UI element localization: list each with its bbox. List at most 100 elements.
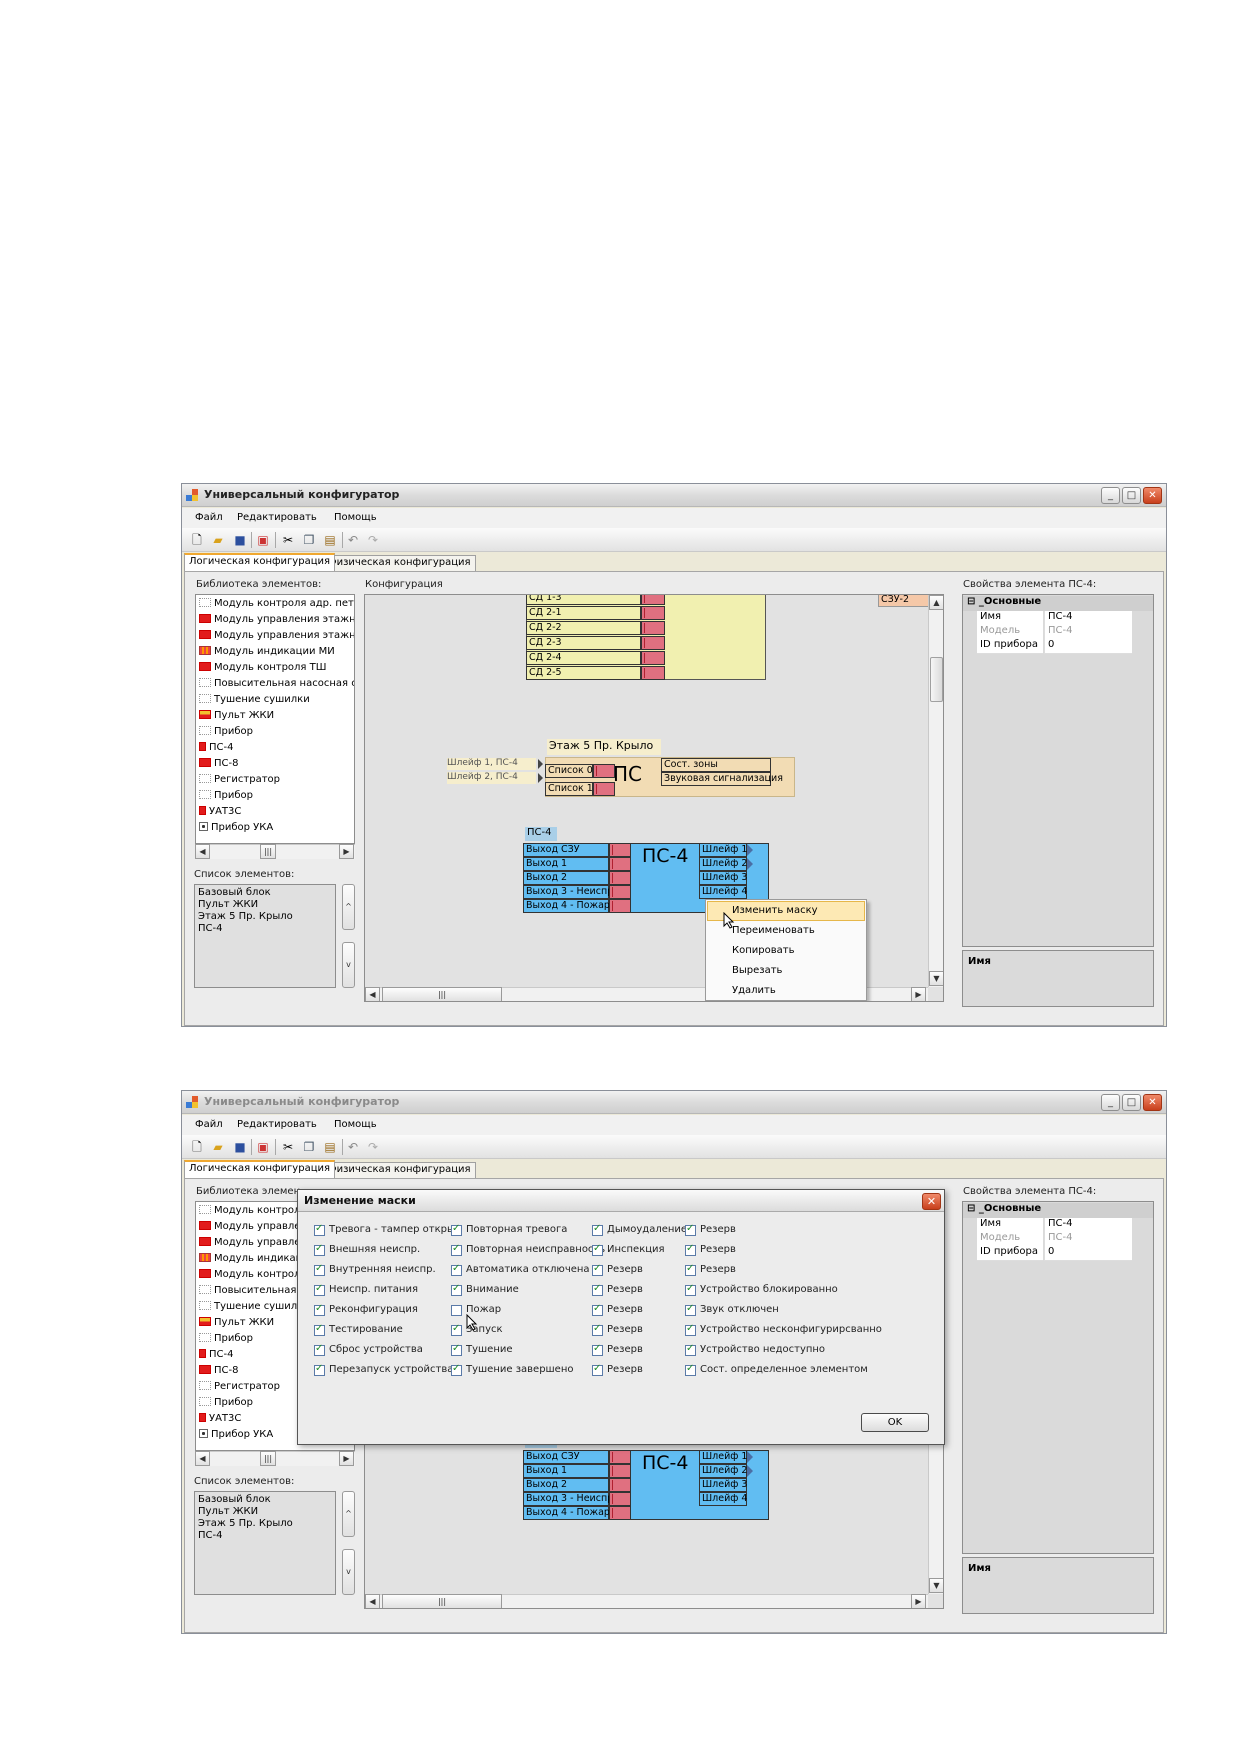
minimize-button[interactable]: _ <box>1101 487 1120 504</box>
library-item[interactable]: Повысительная насосная ста <box>199 678 354 693</box>
ps4-input[interactable]: Выход 4 - Пожар <box>523 1506 610 1520</box>
title-bar[interactable]: Универсальный конфигуратор _ □ ✕ <box>182 1091 1166 1114</box>
mask-checkbox[interactable] <box>685 1363 696 1376</box>
mask-checkbox[interactable] <box>592 1223 603 1236</box>
library-item[interactable]: Модуль контроля <box>199 1205 306 1220</box>
scroll-right-icon[interactable]: ▶ <box>911 1594 926 1608</box>
move-down-button[interactable]: v <box>342 942 355 988</box>
ps4-input[interactable]: Выход 3 - Неиспр. <box>523 885 616 899</box>
move-down-button[interactable]: v <box>342 1549 355 1595</box>
redo-icon[interactable]: ↷ <box>366 533 380 547</box>
mask-checkbox[interactable] <box>451 1363 462 1376</box>
tab-physical[interactable]: Физическая конфигурация <box>323 1162 476 1178</box>
scroll-down-icon[interactable]: ▼ <box>929 971 943 986</box>
list-item[interactable]: ПС-4 <box>198 1530 222 1541</box>
menu-item-rename[interactable]: Переименовать <box>732 925 815 936</box>
mask-checkbox[interactable] <box>314 1223 325 1236</box>
library-item[interactable]: Модуль контроля ТШ <box>199 662 326 677</box>
tab-physical[interactable]: Физическая конфигурация <box>323 555 476 571</box>
ps-input[interactable]: Список 1 <box>545 782 593 796</box>
new-file-icon[interactable]: 🗋 <box>190 533 204 547</box>
mask-checkbox[interactable] <box>685 1303 696 1316</box>
top-block-row[interactable]: СД 1-3 <box>526 595 641 605</box>
library-item[interactable]: Модуль контроля <box>199 1269 306 1284</box>
library-item[interactable]: ПС-8 <box>199 1365 238 1380</box>
library-item[interactable]: Прибор <box>199 790 253 805</box>
scroll-left-icon[interactable]: ◀ <box>365 987 380 1001</box>
menu-help[interactable]: Помощь <box>334 1119 377 1130</box>
library-item[interactable]: Повысительная н <box>199 1285 306 1300</box>
mask-checkbox[interactable] <box>592 1323 603 1336</box>
top-block-row[interactable]: СД 2-2 <box>526 621 641 635</box>
mask-checkbox[interactable] <box>451 1223 462 1236</box>
list-item[interactable]: ПС-4 <box>198 923 222 934</box>
ps4-output[interactable]: Шлейф 4 <box>699 885 747 899</box>
mask-checkbox[interactable] <box>685 1283 696 1296</box>
open-folder-icon[interactable]: ▰ <box>211 1140 225 1154</box>
mask-checkbox[interactable] <box>592 1283 603 1296</box>
maximize-button[interactable]: □ <box>1122 1094 1141 1111</box>
scroll-left-icon[interactable]: ◀ <box>195 1451 210 1466</box>
menu-file[interactable]: Файл <box>195 1119 223 1130</box>
save-icon[interactable]: ■ <box>233 533 247 547</box>
config-hscrollbar[interactable]: ◀ ||| ▶ <box>365 1594 928 1608</box>
undo-icon[interactable]: ↶ <box>346 1140 360 1154</box>
menu-item-delete[interactable]: Удалить <box>732 985 776 996</box>
library-item[interactable]: Модуль индикации МИ <box>199 646 335 661</box>
mask-checkbox[interactable] <box>592 1343 603 1356</box>
mask-checkbox[interactable] <box>451 1323 462 1336</box>
ps4-output[interactable]: Шлейф 2 <box>699 1464 747 1478</box>
mask-checkbox[interactable] <box>314 1363 325 1376</box>
library-hscrollbar[interactable]: ◀ ||| ▶ <box>195 844 355 859</box>
library-item[interactable]: Пульт ЖКИ <box>199 1317 274 1332</box>
ps4-output[interactable]: Шлейф 1 <box>699 843 747 857</box>
ps4-output[interactable]: Шлейф 2 <box>699 857 747 871</box>
top-block-row[interactable]: СД 2-5 <box>526 666 641 680</box>
property-group[interactable]: ⊟ _Основные <box>963 596 1153 611</box>
scroll-left-icon[interactable]: ◀ <box>195 844 210 859</box>
scroll-up-icon[interactable]: ▲ <box>929 595 943 610</box>
element-list[interactable]: Базовый блок Пульт ЖКИ Этаж 5 Пр. Крыло … <box>194 884 336 988</box>
library-item[interactable]: Прибор <box>199 1397 253 1412</box>
scroll-thumb[interactable]: ||| <box>382 1594 502 1608</box>
undo-icon[interactable]: ↶ <box>346 533 360 547</box>
paste-icon[interactable]: ▤ <box>323 1140 337 1154</box>
scroll-thumb[interactable]: ||| <box>260 844 276 859</box>
mask-checkbox[interactable] <box>314 1243 325 1256</box>
mask-checkbox[interactable] <box>685 1263 696 1276</box>
mask-checkbox[interactable] <box>592 1243 603 1256</box>
mask-checkbox[interactable] <box>685 1223 696 1236</box>
ps4-input[interactable]: Выход 2 <box>523 871 609 885</box>
dialog-close-button[interactable]: ✕ <box>922 1193 941 1210</box>
top-block-row[interactable]: СД 2-4 <box>526 651 641 665</box>
ok-button[interactable]: OK <box>861 1413 929 1432</box>
list-item[interactable]: Пульт ЖКИ <box>198 899 258 910</box>
top-block-row[interactable]: СД 2-1 <box>526 606 641 620</box>
property-value[interactable]: ПС-4 <box>1044 1218 1132 1233</box>
property-value[interactable]: ПС-4 <box>1044 625 1132 640</box>
ps4-output[interactable]: Шлейф 3 <box>699 1478 747 1492</box>
close-file-icon[interactable]: ▣ <box>256 1140 270 1154</box>
list-item[interactable]: Этаж 5 Пр. Крыло <box>198 1518 293 1529</box>
paste-icon[interactable]: ▤ <box>323 533 337 547</box>
mask-checkbox[interactable] <box>451 1305 462 1316</box>
ps4-input[interactable]: Выход 1 <box>523 857 609 871</box>
ps4-input[interactable]: Выход 4 - Пожар <box>523 899 610 913</box>
library-item[interactable]: Регистратор <box>199 774 280 789</box>
menu-help[interactable]: Помощь <box>334 512 377 523</box>
close-button[interactable]: ✕ <box>1143 1094 1162 1111</box>
menu-file[interactable]: Файл <box>195 512 223 523</box>
list-item[interactable]: Этаж 5 Пр. Крыло <box>198 911 293 922</box>
close-button[interactable]: ✕ <box>1143 487 1162 504</box>
title-bar[interactable]: Универсальный конфигуратор _ □ ✕ <box>182 484 1166 507</box>
scroll-thumb[interactable]: ||| <box>260 1451 276 1466</box>
library-item[interactable]: Модуль управления этажный <box>199 614 354 629</box>
tab-logical[interactable]: Логическая конфигурация <box>184 553 336 571</box>
mask-checkbox[interactable] <box>314 1303 325 1316</box>
library-item[interactable]: ПС-8 <box>199 758 238 773</box>
property-value[interactable]: ПС-4 <box>1044 611 1132 626</box>
scroll-thumb[interactable] <box>930 657 943 702</box>
mask-checkbox[interactable] <box>451 1343 462 1356</box>
minimize-button[interactable]: _ <box>1101 1094 1120 1111</box>
menu-edit[interactable]: Редактировать <box>237 512 317 523</box>
